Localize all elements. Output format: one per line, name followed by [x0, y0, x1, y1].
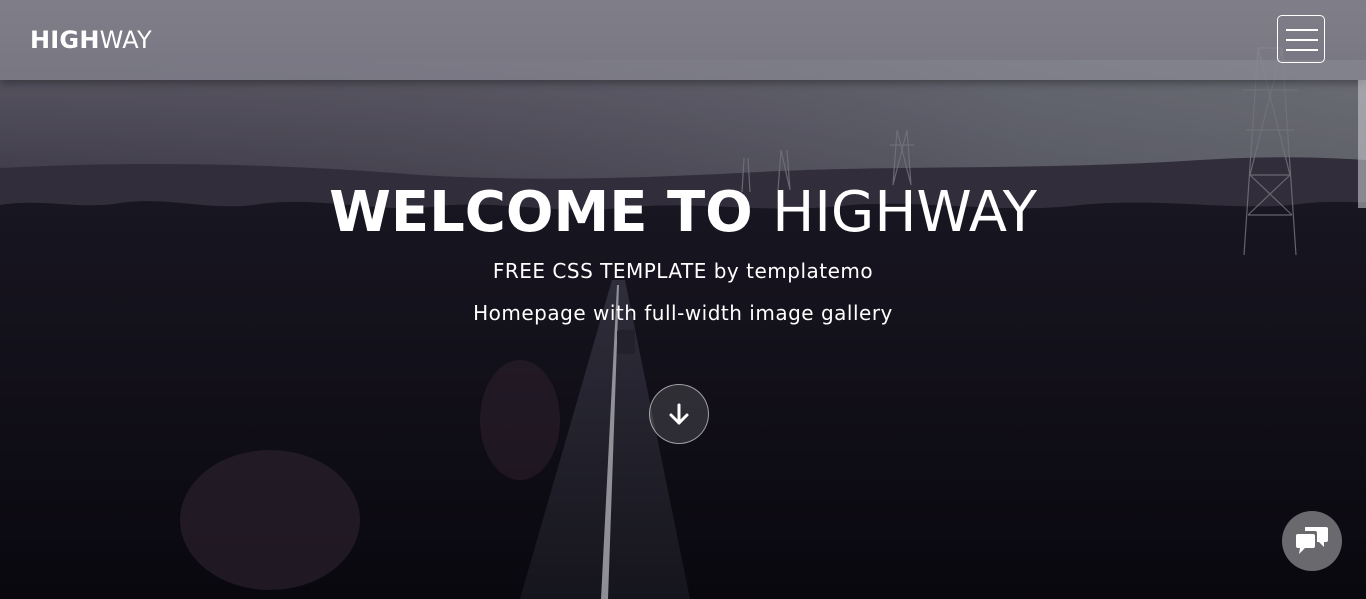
arrow-down-icon — [669, 403, 689, 425]
hero-title-bold: WELCOME TO — [329, 180, 753, 245]
hero-tagline: Homepage with full-width image gallery — [473, 301, 893, 325]
top-navbar: HIGHWAY — [0, 0, 1366, 80]
chat-bubbles-icon — [1296, 527, 1328, 554]
hero-subtitle: FREE CSS TEMPLATE by templatemo — [492, 259, 874, 283]
hamburger-menu-button[interactable] — [1277, 15, 1325, 63]
hero-title: WELCOME TO HIGHWAY — [0, 180, 1366, 246]
brand-light-text: WAY — [99, 26, 152, 54]
brand-logo-link[interactable]: HIGHWAY — [30, 25, 152, 55]
hero-title-light: HIGHWAY — [772, 180, 1037, 245]
scroll-down-button[interactable] — [649, 384, 709, 444]
brand-bold-text: HIGH — [30, 26, 100, 54]
chat-widget-button[interactable] — [1282, 511, 1342, 571]
hero-section: HIGHWAY WELCOME TO HIGHWAY FREE CSS TEMP… — [0, 0, 1366, 599]
